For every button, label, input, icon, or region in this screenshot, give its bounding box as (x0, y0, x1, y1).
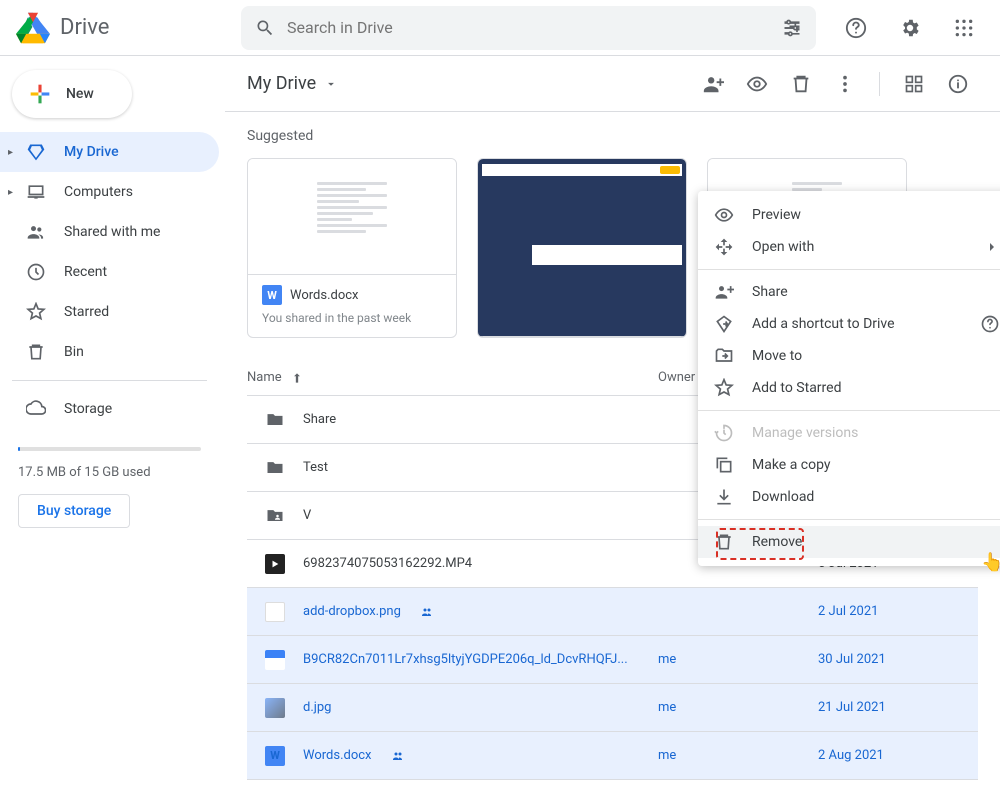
trash-icon[interactable] (781, 64, 821, 104)
cm-star[interactable]: Add to Starred (698, 372, 1000, 404)
search-bar[interactable] (241, 6, 816, 50)
plus-icon (26, 80, 54, 108)
cm-share[interactable]: Share (698, 276, 1000, 308)
table-row[interactable]: WWords.docx me2 Aug 2021 (247, 732, 978, 780)
cm-copy[interactable]: Make a copy (698, 449, 1000, 481)
sidebar-item-starred[interactable]: Starred (0, 292, 219, 332)
sidebar-item-mydrive[interactable]: ▸My Drive (0, 132, 219, 172)
new-button[interactable]: New (12, 70, 132, 118)
chevron-down-icon (324, 77, 338, 91)
storage-bar (18, 447, 201, 451)
apps-icon[interactable] (944, 8, 984, 48)
sidebar-item-shared[interactable]: Shared with me (0, 212, 219, 252)
chevron-right-icon (984, 239, 1000, 255)
new-label: New (66, 86, 94, 102)
help-icon[interactable] (980, 314, 1000, 334)
preview-icon[interactable] (737, 64, 777, 104)
cm-preview[interactable]: Preview (698, 199, 1000, 231)
cm-shortcut[interactable]: Add a shortcut to Drive (698, 308, 1000, 340)
suggested-card[interactable] (477, 158, 687, 338)
app-name: Drive (60, 15, 109, 40)
context-menu: Preview Open with Share Add a shortcut t… (698, 191, 1000, 566)
suggested-label: Suggested (247, 128, 978, 144)
tune-icon[interactable] (782, 18, 802, 38)
cm-download[interactable]: Download (698, 481, 1000, 513)
info-icon[interactable] (938, 64, 978, 104)
cm-versions: Manage versions (698, 417, 1000, 449)
cm-remove[interactable]: Remove (698, 526, 1000, 558)
suggested-card[interactable]: WWords.docxYou shared in the past week (247, 158, 457, 338)
storage-text: 17.5 MB of 15 GB used (18, 465, 201, 480)
sort-arrow-icon[interactable] (290, 371, 304, 385)
more-icon[interactable] (825, 64, 865, 104)
cursor-icon: 👆 (981, 552, 1000, 573)
drive-logo-icon (16, 11, 50, 45)
table-row[interactable]: B9CR82Cn7011Lr7xhsg5ltyjYGDPE206q_ld_Dcv… (247, 636, 978, 684)
search-input[interactable] (287, 18, 770, 37)
add-person-icon[interactable] (693, 64, 733, 104)
table-row[interactable]: add-dropbox.png 2 Jul 2021 (247, 588, 978, 636)
sidebar-item-storage[interactable]: Storage (0, 389, 219, 429)
sidebar-item-recent[interactable]: Recent (0, 252, 219, 292)
settings-icon[interactable] (890, 8, 930, 48)
buy-storage-button[interactable]: Buy storage (18, 494, 130, 528)
sidebar-item-computers[interactable]: ▸Computers (0, 172, 219, 212)
breadcrumb[interactable]: My Drive (247, 73, 338, 94)
cm-move[interactable]: Move to (698, 340, 1000, 372)
search-icon (255, 18, 275, 38)
sidebar-item-bin[interactable]: Bin (0, 332, 219, 372)
grid-view-icon[interactable] (894, 64, 934, 104)
cm-open-with[interactable]: Open with (698, 231, 1000, 263)
table-row[interactable]: d.jpgme21 Jul 2021 (247, 684, 978, 732)
help-icon[interactable] (836, 8, 876, 48)
